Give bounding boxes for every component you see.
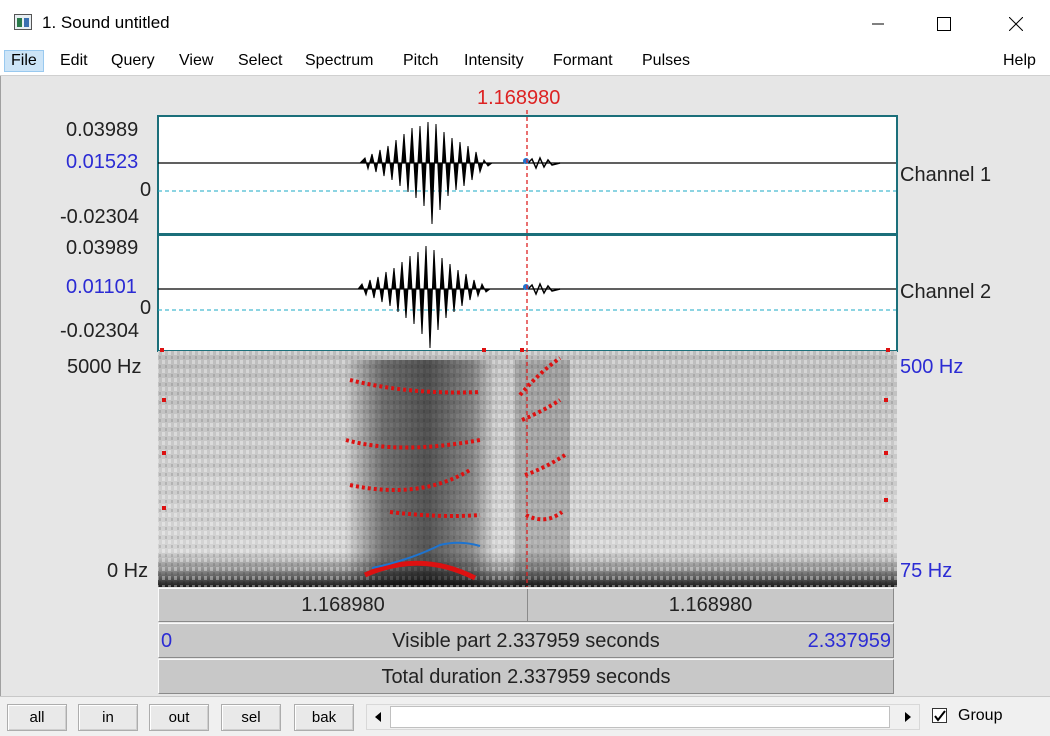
- zoom-out-button[interactable]: out: [149, 704, 209, 731]
- group-checkbox[interactable]: [932, 708, 947, 723]
- visible-part-label: Visible part 2.337959 seconds: [392, 630, 660, 652]
- cursor-time-bar[interactable]: 1.168980 1.168980: [158, 588, 894, 622]
- zoom-back-button[interactable]: bak: [294, 704, 354, 731]
- total-duration-label: Total duration 2.337959 seconds: [381, 666, 671, 688]
- time-right-part[interactable]: 1.168980: [528, 589, 893, 621]
- all-button[interactable]: all: [7, 704, 67, 731]
- speech-energy-region: [345, 360, 495, 585]
- time-left-part[interactable]: 1.168980: [159, 589, 528, 621]
- channel1-cursor-point: [523, 158, 529, 164]
- channel2-cursor-point: [523, 284, 529, 290]
- horizontal-scrollbar[interactable]: [366, 704, 920, 730]
- bottom-toolbar: all in out sel bak Group: [0, 696, 1050, 736]
- scroll-right-arrow-icon: [905, 712, 911, 722]
- checkmark-icon: [933, 709, 946, 722]
- zoom-in-button[interactable]: in: [78, 704, 138, 731]
- total-duration-bar[interactable]: Total duration 2.337959 seconds: [158, 659, 894, 694]
- group-label: Group: [958, 707, 1003, 724]
- scroll-left-arrow-icon: [375, 712, 381, 722]
- scroll-left-button[interactable]: [367, 705, 389, 729]
- scroll-right-button[interactable]: [897, 705, 919, 729]
- trailing-energy-region: [515, 360, 570, 585]
- scrollbar-thumb[interactable]: [390, 706, 890, 728]
- visible-part-bar[interactable]: 0 Visible part 2.337959 seconds 2.337959: [158, 623, 894, 658]
- zoom-selection-button[interactable]: sel: [221, 704, 281, 731]
- visible-end-label: 2.337959: [807, 630, 891, 652]
